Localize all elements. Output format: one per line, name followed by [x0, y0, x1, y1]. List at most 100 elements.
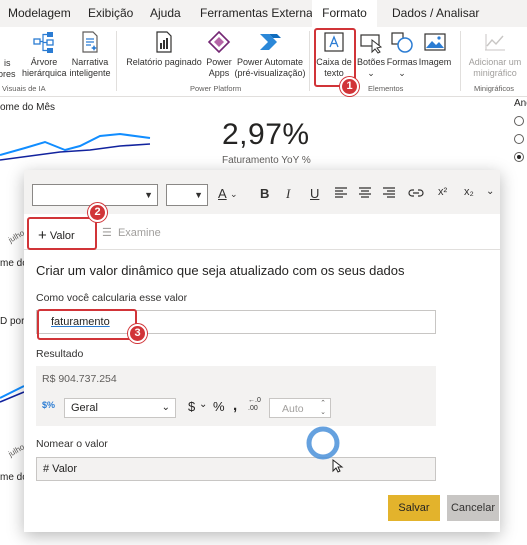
power-automate-label: Power Automate: [236, 57, 304, 67]
stepper-arrows-icon: ⌃ ⌄: [320, 400, 326, 416]
list-icon: ☰: [102, 227, 112, 239]
power-automate-button[interactable]: Power Automate (pré-visualização): [234, 30, 306, 79]
botoes-button[interactable]: Botões ⌄: [356, 30, 386, 79]
decomposition-tree-icon: [33, 32, 54, 53]
botoes-label: Botões: [356, 57, 386, 67]
save-button[interactable]: Salvar: [388, 495, 440, 521]
power-apps-label-2: Apps: [208, 68, 230, 78]
cut-label-2: ores: [0, 69, 16, 79]
smart-narrative-icon: [82, 31, 98, 53]
narrativa-inteligente-button[interactable]: Narrativa inteligente: [67, 30, 113, 79]
tab-ajuda[interactable]: Ajuda: [150, 6, 181, 20]
chevron-down-icon: ⌄: [161, 402, 170, 413]
cut-label-1: is: [4, 58, 11, 68]
kpi-value: 2,97%: [222, 118, 310, 151]
name-input-value: # Valor: [43, 463, 78, 475]
subscript-icon[interactable]: x₂: [464, 186, 474, 198]
name-input[interactable]: # Valor: [36, 457, 436, 481]
narrativa-label-2: inteligente: [69, 68, 111, 78]
formas-button[interactable]: Formas ⌄: [386, 30, 418, 79]
callout-box-valor-tab: [27, 217, 97, 250]
decimal-places-stepper[interactable]: Auto ⌃ ⌄: [269, 398, 331, 418]
chevron-down-icon: ⌄: [367, 68, 375, 78]
tab-dados-analisar[interactable]: Dados / Analisar: [392, 6, 479, 20]
tab-formato[interactable]: Formato: [312, 0, 377, 27]
relatorio-label: Relatório paginado: [126, 57, 202, 67]
chart-title: ome do Mês: [0, 102, 56, 113]
arvore-label-2: hierárquica: [22, 68, 67, 78]
format-select[interactable]: Geral ⌄: [64, 398, 176, 418]
percent-icon[interactable]: %: [213, 399, 225, 414]
power-automate-label-2: (pré-visualização): [234, 68, 306, 78]
tab-ferramentas-externas[interactable]: Ferramentas Externas: [200, 6, 319, 20]
tab-modelagem[interactable]: Modelagem: [8, 6, 71, 20]
tab-examine-label: Examine: [117, 227, 161, 239]
line-chart-fragment[interactable]: [0, 120, 160, 172]
align-right-icon[interactable]: [382, 187, 396, 199]
arvore-label: Árvore: [30, 57, 58, 67]
chevron-down-icon: ▼: [194, 190, 203, 200]
ribbon-separator: [460, 31, 461, 91]
slicer-radio[interactable]: [514, 134, 524, 144]
currency-icon[interactable]: $: [188, 399, 195, 414]
group-label-minigraficos: Minigráficos: [474, 84, 515, 93]
sparkline-icon: [485, 34, 505, 51]
callout-badge: 2: [88, 203, 107, 222]
power-apps-icon: [207, 30, 231, 54]
font-size-select[interactable]: ▼: [166, 184, 208, 206]
align-center-icon[interactable]: [358, 187, 372, 199]
minigrafico-label-2: minigráfico: [473, 68, 517, 78]
group-label-ia: Visuais de IA: [2, 84, 46, 93]
relatorio-paginado-button[interactable]: Relatório paginado: [124, 30, 204, 68]
paginated-report-icon: [156, 31, 172, 53]
kpi-label: Faturamento YoY %: [222, 155, 311, 166]
arvore-hierarquica-button[interactable]: Árvore hierárquica: [22, 30, 67, 79]
slicer-label: Ano: [514, 98, 527, 109]
slicer-radio-selected[interactable]: [514, 152, 524, 162]
align-left-icon[interactable]: [334, 187, 348, 199]
chevron-down-icon[interactable]: ⌄: [199, 399, 207, 410]
underline-icon[interactable]: U: [310, 186, 319, 201]
adicionar-minigrafico-button[interactable]: Adicionar um minigráfico: [464, 30, 526, 79]
result-value: R$ 904.737.254: [42, 373, 117, 385]
power-apps-label: Power: [206, 57, 232, 67]
ribbon-separator: [309, 31, 310, 91]
result-panel: R$ 904.737.254 $% Geral ⌄ $ ⌄ % , ←.0.00…: [36, 366, 436, 426]
minigrafico-label: Adicionar um: [468, 57, 522, 67]
calc-label: Como você calcularia esse valor: [36, 292, 188, 304]
result-label: Resultado: [36, 348, 84, 360]
cut-ribbon-button[interactable]: is ores: [0, 58, 16, 80]
decrease-decimal-icon[interactable]: ←.0.00: [248, 397, 261, 413]
formas-label: Formas: [386, 57, 418, 67]
imagem-button[interactable]: Imagem: [418, 30, 452, 68]
comma-style-icon[interactable]: ,: [233, 397, 237, 414]
tab-examine[interactable]: ☰ Examine: [102, 226, 161, 239]
image-icon: [424, 33, 446, 51]
buttons-icon: [360, 34, 383, 54]
italic-icon[interactable]: I: [286, 186, 290, 202]
cancel-button[interactable]: Cancelar: [447, 495, 499, 521]
visual-title-fragment: D por: [0, 316, 25, 327]
imagem-label: Imagem: [418, 57, 452, 67]
chevron-down-icon: ▼: [144, 190, 153, 200]
callout-badge: 3: [128, 324, 147, 343]
callout-badge: 1: [340, 77, 359, 96]
font-color-icon[interactable]: A: [218, 186, 227, 201]
chevron-down-icon[interactable]: ⌄: [486, 186, 494, 197]
chevron-down-icon: ⌄: [398, 68, 406, 78]
link-icon[interactable]: [408, 187, 424, 199]
callout-box-calc-input: [37, 309, 137, 340]
ribbon-tabs: Modelagem Exibição Ajuda Ferramentas Ext…: [0, 0, 527, 27]
ribbon-separator: [116, 31, 117, 91]
format-icon: $%: [42, 400, 56, 410]
slicer-radio[interactable]: [514, 116, 524, 126]
dialog-title: Criar um valor dinâmico que seja atualiz…: [36, 263, 405, 278]
bold-icon[interactable]: B: [260, 186, 269, 201]
line-chart-fragment[interactable]: [0, 380, 24, 404]
power-apps-button[interactable]: Power Apps: [204, 30, 234, 79]
tab-exibicao[interactable]: Exibição: [88, 6, 133, 20]
chevron-down-icon[interactable]: ⌄: [230, 189, 238, 200]
name-label: Nomear o valor: [36, 438, 108, 450]
group-label-power-platform: Power Platform: [190, 84, 242, 93]
superscript-icon[interactable]: x²: [438, 186, 447, 198]
